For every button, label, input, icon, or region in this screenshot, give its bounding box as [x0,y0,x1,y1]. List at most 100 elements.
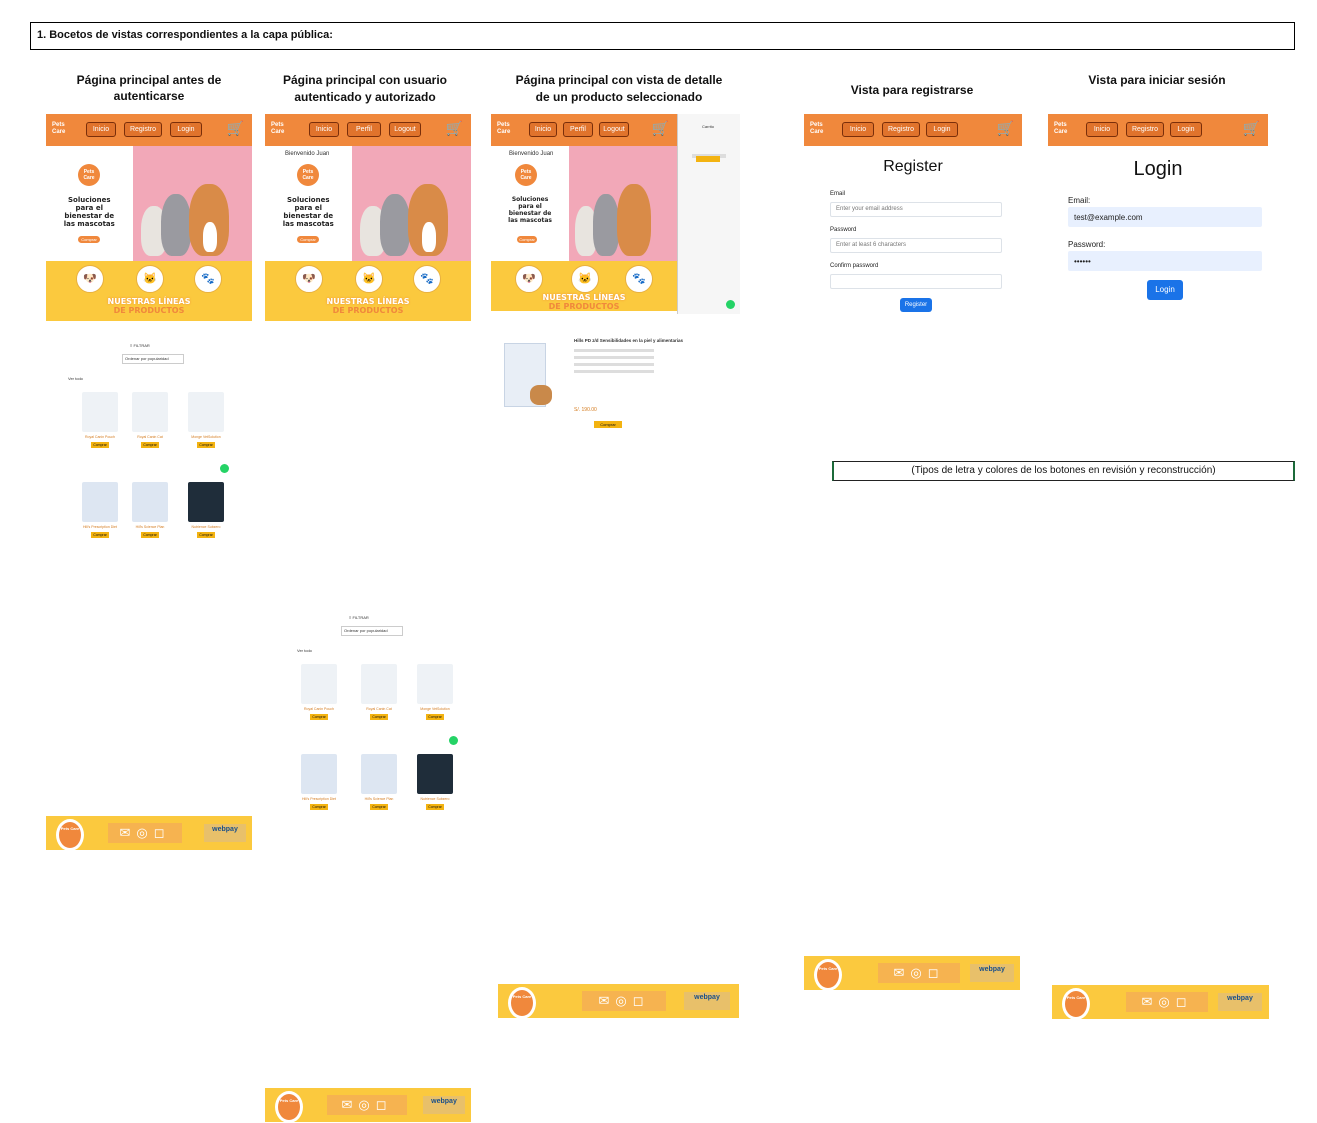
view-all-link[interactable]: Ver todo [297,648,312,653]
view-all-link[interactable]: Ver todo [68,376,83,381]
buy-button[interactable]: Comprar [426,804,444,810]
email-label: Email: [1068,196,1091,205]
footer: Pets Care ✉◎◻ webpay [265,1088,471,1123]
whatsapp-icon[interactable] [726,300,735,309]
nav-login-button[interactable]: Login [926,122,958,137]
cart-icon[interactable]: 🛒 [227,120,244,137]
mock-header: Pets Care Inicio Perfil Logout 🛒 [265,114,471,146]
cat-icon[interactable]: 🐱 [136,265,164,293]
password-field[interactable]: Enter at least 6 characters [830,238,1002,253]
whatsapp-icon[interactable] [449,736,458,745]
cart-checkout-button[interactable] [696,156,720,162]
cat-icon[interactable]: 🐱 [571,265,599,293]
nav-logout-button[interactable]: Logout [599,122,629,137]
hero-tagline: Soluciones para el bienestar de las masc… [46,196,133,228]
password-field[interactable]: •••••• [1068,251,1262,271]
buy-button[interactable]: Comprar [310,714,328,720]
buy-button[interactable]: Comprar [426,714,444,720]
register-button[interactable]: Register [900,298,932,312]
nav-registro-button[interactable]: Registro [124,122,162,137]
product-card[interactable]: Monge VetSolution Comprar [417,664,453,720]
nav-login-button[interactable]: Login [1170,122,1202,137]
buy-button[interactable]: Comprar [370,714,388,720]
section-heading: 1. Bocetos de vistas correspondientes a … [30,22,1295,50]
product-card[interactable]: Royal Canin Cat Comprar [361,664,397,720]
paw-icon[interactable]: 🐾 [625,265,653,293]
nav-inicio-button[interactable]: Inicio [86,122,116,137]
footer-logo: Pets Care [1062,988,1090,1020]
sort-select[interactable]: Ordenar por popularidad [122,354,184,364]
buy-button[interactable]: Comprar [310,804,328,810]
product-card[interactable]: Royal Canin Cat Comprar [132,392,168,448]
cart-icon[interactable]: 🛒 [652,120,669,137]
footer-contact-icons[interactable]: ✉◎◻ [108,823,182,843]
buy-button[interactable]: Comprar [91,442,109,448]
product-card[interactable]: Hill's Prescription Diet Comprar [82,482,118,538]
product-title: Monge VetSolution [191,435,221,439]
nav-inicio-button[interactable]: Inicio [529,122,557,137]
nav-logout-button[interactable]: Logout [389,122,421,137]
nav-perfil-button[interactable]: Perfil [347,122,381,137]
hero-buy-button[interactable]: Comprar [78,236,100,243]
hero-buy-button[interactable]: Comprar [297,236,319,243]
product-card[interactable]: Hill's Science Plan Comprar [361,754,397,810]
footer-contact-icons[interactable]: ✉◎◻ [878,963,960,983]
product-card[interactable]: Monge VetSolution Comprar [188,392,224,448]
confirm-password-field[interactable] [830,274,1002,289]
register-title: Register [883,158,943,175]
product-card[interactable]: Hill's Prescription Diet Comprar [301,754,337,810]
tagline-line: para el [75,204,104,212]
nav-login-button[interactable]: Login [170,122,202,137]
nav-registro-button[interactable]: Registro [882,122,920,137]
dog-icon[interactable]: 🐶 [515,265,543,293]
nav-registro-button[interactable]: Registro [1126,122,1164,137]
email-field[interactable]: test@example.com [1068,207,1262,227]
footer-contact-icons[interactable]: ✉◎◻ [1126,992,1208,1012]
catalog-section: ≡ FILTRAR Ordenar por popularidad Ver to… [46,340,252,578]
sort-select[interactable]: Ordenar por popularidad [341,626,403,636]
paw-icon[interactable]: 🐾 [194,265,222,293]
cat-icon[interactable]: 🐱 [355,265,383,293]
mock-header: Pets Care Inicio Registro Login 🛒 [804,114,1022,146]
buy-button[interactable]: Comprar [141,532,159,538]
footer-contact-icons[interactable]: ✉◎◻ [582,991,666,1011]
product-card[interactable]: Nutrience Subzero Comprar [188,482,224,538]
hero-photo [132,146,252,261]
email-field[interactable]: Enter your email address [830,202,1002,217]
hero-buy-button[interactable]: Comprar [517,236,537,243]
nav-inicio-button[interactable]: Inicio [309,122,339,137]
dog-icon[interactable]: 🐶 [295,265,323,293]
login-button[interactable]: Login [1147,280,1183,300]
buy-button[interactable]: Comprar [91,532,109,538]
product-description [574,349,654,389]
buy-button[interactable]: Comprar [141,442,159,448]
product-image [361,754,397,794]
hero-logo: Pets Care [515,164,537,186]
product-card[interactable]: Royal Canin Pouch Comprar [301,664,337,720]
hero-photo [351,146,471,261]
paw-icon[interactable]: 🐾 [413,265,441,293]
cart-icon[interactable]: 🛒 [997,120,1014,137]
tagline-line: Soluciones [287,196,330,204]
product-card[interactable]: Nutrience Subzero Comprar [417,754,453,810]
product-card[interactable]: Royal Canin Pouch Comprar [82,392,118,448]
product-image [301,664,337,704]
cart-icon[interactable]: 🛒 [1243,120,1260,137]
product-image [82,392,118,432]
footer-contact-icons[interactable]: ✉◎◻ [327,1095,407,1115]
buy-button[interactable]: Comprar [370,804,388,810]
whatsapp-icon[interactable] [220,464,229,473]
product-card[interactable]: Hill's Science Plan Comprar [132,482,168,538]
nav-perfil-button[interactable]: Perfil [563,122,593,137]
buy-button[interactable]: Comprar [197,442,215,448]
lines-title-1: NUESTRAS LÍNEAS [542,293,626,302]
product-image [417,664,453,704]
add-to-cart-button[interactable]: Comprar [594,421,622,428]
cart-icon[interactable]: 🛒 [446,120,463,137]
dog-icon[interactable]: 🐶 [76,265,104,293]
nav-inicio-button[interactable]: Inicio [1086,122,1118,137]
nav-inicio-button[interactable]: Inicio [842,122,874,137]
confirm-password-label: Confirm password [830,263,879,269]
col-title-home: Página principal antes de autenticarse [76,73,222,103]
buy-button[interactable]: Comprar [197,532,215,538]
